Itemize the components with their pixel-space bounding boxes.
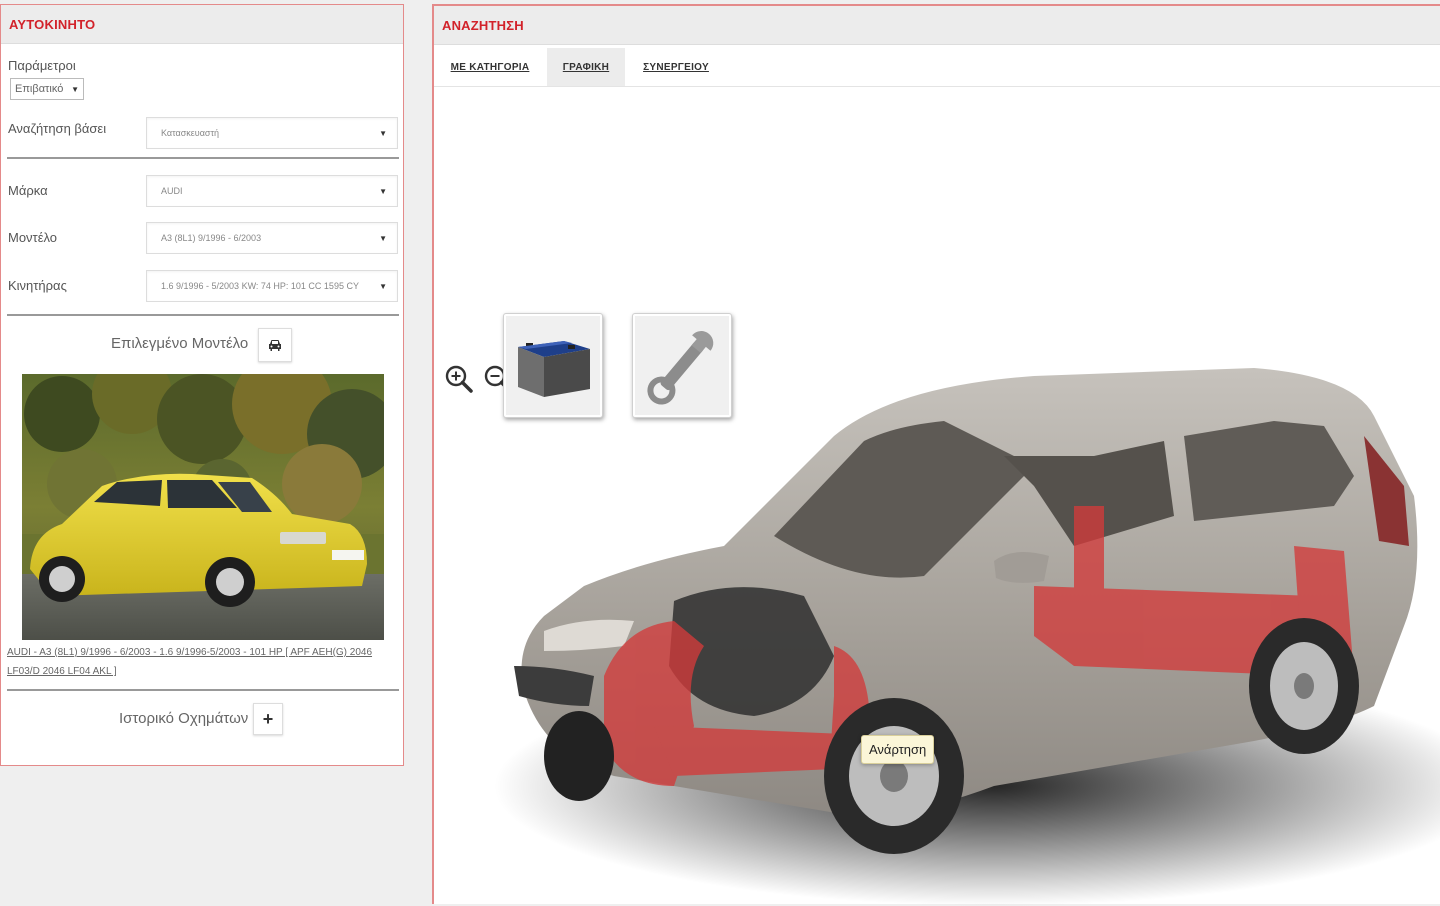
vehicle-parts-diagram[interactable] <box>474 346 1440 906</box>
vehicle-panel-header: ΑΥΤΟΚΙΝΗΤΟ <box>1 5 403 44</box>
search-by-value: Κατασκευαστή <box>161 128 220 138</box>
model-label: Μοντέλο <box>8 230 58 245</box>
params-select[interactable]: Επιβατικό ▼ <box>10 78 84 100</box>
engine-select[interactable]: 1.6 9/1996 - 5/2003 KW: 74 HP: 101 CC 15… <box>146 270 398 302</box>
divider <box>7 689 399 691</box>
params-label: Παράμετροι <box>8 58 76 73</box>
divider <box>7 314 399 316</box>
search-panel-title: ΑΝΑΖΗΤΗΣΗ <box>442 17 524 33</box>
vehicle-panel: ΑΥΤΟΚΙΝΗΤΟ Παράμετροι Επιβατικό ▼ Αναζήτ… <box>0 4 404 766</box>
vehicle-panel-title: ΑΥΤΟΚΙΝΗΤΟ <box>9 16 96 32</box>
chevron-down-icon: ▼ <box>379 186 387 196</box>
tab-by-category[interactable]: ΜΕ ΚΑΤΗΓΟΡΙΑ <box>440 48 540 86</box>
vehicle-history-label: Ιστορικό Οχημάτων <box>119 710 249 727</box>
search-panel: ΑΝΑΖΗΤΗΣΗ ΜΕ ΚΑΤΗΓΟΡΙΑ ΓΡΑΦΙΚΗ ΣΥΝΕΡΓΕΙΟ… <box>432 4 1440 906</box>
search-panel-header: ΑΝΑΖΗΤΗΣΗ <box>434 6 1440 45</box>
vehicle-history-expand-button[interactable]: + <box>253 703 283 735</box>
divider <box>7 157 399 159</box>
search-by-label: Αναζήτηση βάσει <box>8 121 107 136</box>
tab-graphic[interactable]: ΓΡΑΦΙΚΗ <box>547 48 625 86</box>
part-tooltip: Ανάρτηση <box>861 735 935 764</box>
search-tabs: ΜΕ ΚΑΤΗΓΟΡΙΑ ΓΡΑΦΙΚΗ ΣΥΝΕΡΓΕΙΟΥ <box>434 48 1440 87</box>
make-label: Μάρκα <box>8 183 48 198</box>
front-left-wheel <box>544 711 614 801</box>
engine-label: Κινητήρας <box>8 278 67 293</box>
selected-model-title: Επιλεγμένο Μοντέλο <box>111 335 249 352</box>
search-by-select[interactable]: Κατασκευαστή ▼ <box>146 117 398 149</box>
rear-wheel <box>1249 618 1359 754</box>
tab-workshop[interactable]: ΣΥΝΕΡΓΕΙΟΥ <box>632 48 720 86</box>
chevron-down-icon: ▼ <box>379 233 387 243</box>
vehicle-description-link[interactable]: AUDI - A3 (8L1) 9/1996 - 6/2003 - 1.6 9/… <box>7 643 392 681</box>
make-value: AUDI <box>161 186 183 196</box>
chevron-down-icon: ▼ <box>71 84 79 94</box>
model-select[interactable]: A3 (8L1) 9/1996 - 6/2003 ▼ <box>146 222 398 254</box>
make-select[interactable]: AUDI ▼ <box>146 175 398 207</box>
rear-side-window <box>1184 421 1354 521</box>
chevron-down-icon: ▼ <box>379 128 387 138</box>
car-icon <box>269 340 281 351</box>
side-mirror <box>994 552 1049 583</box>
front-wheel <box>824 698 964 854</box>
params-select-value: Επιβατικό <box>15 83 64 95</box>
engine-value: 1.6 9/1996 - 5/2003 KW: 74 HP: 101 CC 15… <box>161 281 359 291</box>
zoom-in-icon[interactable] <box>444 364 474 394</box>
chevron-down-icon: ▼ <box>379 281 387 291</box>
plus-icon: + <box>262 709 274 729</box>
vehicle-select-button[interactable] <box>258 328 292 362</box>
vehicle-photo <box>22 374 384 640</box>
model-value: A3 (8L1) 9/1996 - 6/2003 <box>161 233 262 243</box>
